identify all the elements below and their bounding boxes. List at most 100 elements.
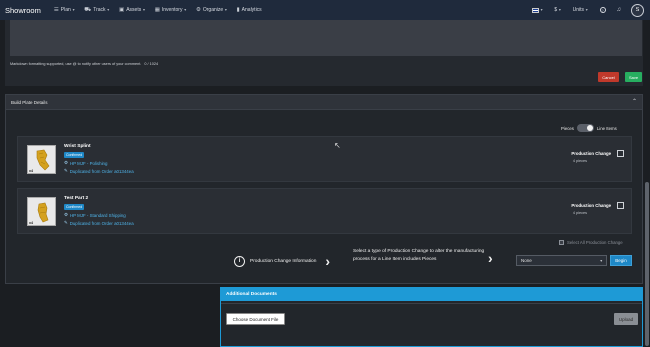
- chevron-right-icon: ›: [488, 250, 493, 266]
- pieces-lineitems-toggle: Pieces Line Items: [561, 124, 617, 132]
- brand-logo[interactable]: Showroom: [5, 6, 41, 15]
- units-selector[interactable]: Units ▼: [573, 7, 589, 13]
- production-change-info-label: Production Change Information: [250, 258, 317, 264]
- notifications-button[interactable]: ♫: [617, 7, 622, 13]
- item-quantity: x4: [29, 169, 33, 173]
- part-thumbnail[interactable]: x4: [27, 197, 56, 226]
- chevron-down-icon: ▼: [142, 8, 146, 12]
- nav-analytics[interactable]: ▮ Analytics: [237, 7, 262, 13]
- toggle-knob: [586, 125, 593, 131]
- production-change-checkbox[interactable]: [617, 150, 624, 157]
- production-change-label: Production Change: [571, 151, 611, 156]
- uk-flag-icon: [531, 7, 539, 13]
- line-item-card: x4 Wrist Splint Confirmed ⚙ HP MJF - Pol…: [17, 136, 632, 182]
- cancel-button[interactable]: Cancel: [598, 72, 619, 82]
- status-badge: Confirmed: [64, 152, 85, 158]
- select-all-production-change[interactable]: Select All Production Change: [559, 240, 623, 245]
- nav-track-label: Track: [93, 7, 106, 13]
- production-change-select[interactable]: None ▼: [516, 255, 607, 266]
- begin-button[interactable]: Begin: [610, 255, 632, 266]
- chevron-down-icon: ▼: [585, 8, 589, 12]
- nav-organize-label: Organize: [202, 7, 224, 13]
- nav-assets-label: Assets: [126, 7, 142, 13]
- item-process-link[interactable]: ⚙ HP MJF - Standard Shipping: [64, 212, 126, 218]
- item-duplicated-link[interactable]: ✎ Duplicated from Order a01344ea: [64, 220, 134, 226]
- currency-label: $: [554, 7, 558, 13]
- select-all-label: Select All Production Change: [567, 240, 623, 245]
- process-icon: ⚙: [64, 160, 68, 165]
- chevron-right-icon: ›: [325, 253, 331, 269]
- item-duplicated-label: Duplicated from Order a01344ea: [69, 220, 134, 226]
- production-change-description: Select a type of Production Change to al…: [353, 249, 485, 262]
- production-change-label: Production Change: [571, 203, 611, 208]
- item-duplicated-link[interactable]: ✎ Duplicated from Order a01344ea: [64, 168, 134, 174]
- part-thumbnail[interactable]: x4: [27, 145, 56, 174]
- divider: [221, 303, 642, 304]
- truck-icon: ⛟: [84, 6, 92, 13]
- avatar[interactable]: S: [631, 3, 644, 17]
- chevron-down-icon: ▼: [599, 258, 603, 263]
- production-change-pieces: 4 pieces: [572, 211, 587, 215]
- select-value: None: [521, 258, 532, 263]
- navbar-right: ▼ $ ▼ Units ▼ ? ♫ S: [521, 0, 644, 20]
- help-button[interactable]: ?: [599, 7, 606, 13]
- mouse-cursor-icon: ↖: [334, 141, 341, 150]
- box-icon: ▣: [119, 7, 125, 13]
- chevron-down-icon: ▼: [558, 8, 562, 12]
- production-change-checkbox[interactable]: [617, 202, 624, 209]
- process-icon: ⚙: [64, 212, 68, 217]
- list-icon: ☰: [53, 7, 59, 13]
- language-selector[interactable]: ▼: [531, 7, 544, 13]
- status-badge: Confirmed: [64, 204, 85, 210]
- boxes-icon: ▦: [154, 7, 160, 13]
- build-plate-header[interactable]: Build Plate Details ⌃: [6, 95, 642, 110]
- choose-document-button[interactable]: Choose Document File: [226, 313, 285, 325]
- select-all-checkbox[interactable]: [559, 240, 564, 245]
- upload-button[interactable]: Upload: [614, 313, 638, 325]
- save-button[interactable]: Save: [625, 72, 642, 82]
- nav-plan[interactable]: ☰ Plan ▼: [54, 7, 75, 13]
- currency-selector[interactable]: $ ▼: [554, 7, 561, 13]
- chevron-down-icon: ▼: [106, 8, 110, 12]
- view-toggle-switch[interactable]: [576, 124, 594, 132]
- chevron-up-icon[interactable]: ⌃: [632, 98, 637, 105]
- bell-icon: ♫: [616, 7, 622, 13]
- chevron-down-icon: ▼: [224, 8, 228, 12]
- chevron-down-icon: ▼: [539, 8, 544, 12]
- nav-organize[interactable]: ⚙ Organize ▼: [196, 7, 228, 13]
- production-change-info: i Production Change Information ›: [234, 252, 339, 270]
- chevron-down-icon: ▼: [71, 8, 76, 12]
- edit-icon: ✎: [64, 168, 68, 173]
- comment-panel: Markdown formatting supported, use @ to …: [5, 20, 643, 86]
- nav-inventory[interactable]: ▦ Inventory ▼: [155, 7, 187, 13]
- markdown-hint: Markdown formatting supported, use @ to …: [10, 62, 142, 66]
- toggle-left-label: Pieces: [561, 125, 574, 131]
- item-process-label: HP MJF - Standard Shipping: [69, 212, 126, 218]
- item-process-link[interactable]: ⚙ HP MJF - Polishing: [64, 160, 107, 166]
- additional-documents-header: Additional Documents: [221, 288, 642, 301]
- nav-plan-label: Plan: [60, 7, 71, 13]
- char-count: 0 / 1024: [144, 62, 159, 66]
- info-icon: i: [234, 255, 245, 267]
- help-icon: ?: [599, 7, 606, 13]
- nav-track[interactable]: ⛟ Track ▼: [84, 7, 110, 14]
- toggle-right-label: Line Items: [596, 125, 617, 131]
- nav-analytics-label: Analytics: [241, 7, 262, 13]
- comment-textarea[interactable]: [10, 20, 642, 56]
- production-change-pieces: 4 pieces: [572, 159, 587, 163]
- comment-help-text: Markdown formatting supported, use @ to …: [10, 62, 158, 66]
- build-plate-title: Build Plate Details: [11, 100, 48, 105]
- item-duplicated-label: Duplicated from Order a01344ea: [69, 168, 134, 174]
- chevron-down-icon: ▼: [183, 8, 187, 12]
- item-quantity: x4: [29, 221, 33, 225]
- gear-icon: ⚙: [195, 7, 201, 13]
- additional-documents-panel: Additional Documents Choose Document Fil…: [220, 287, 643, 347]
- line-item-card: x4 Test Part 2 Confirmed ⚙ HP MJF - Stan…: [17, 188, 632, 234]
- bar-chart-icon: ▮: [236, 7, 240, 13]
- item-name: Test Part 2: [64, 196, 89, 201]
- scrollbar-thumb[interactable]: [645, 182, 649, 346]
- nav-assets[interactable]: ▣ Assets ▼: [119, 7, 146, 13]
- additional-documents-title: Additional Documents: [226, 292, 277, 297]
- edit-icon: ✎: [64, 220, 68, 225]
- units-label: Units: [572, 7, 585, 13]
